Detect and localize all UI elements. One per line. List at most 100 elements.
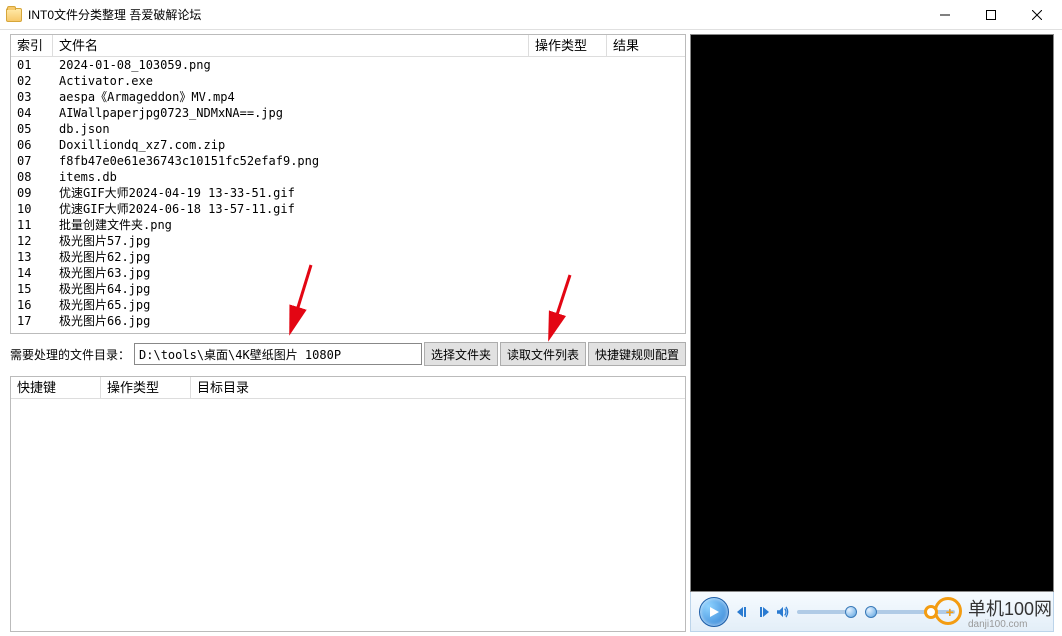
read-filelist-button[interactable]: 读取文件列表 — [500, 342, 586, 366]
cell-res — [625, 201, 685, 217]
file-grid-body[interactable]: 012024-01-08_103059.png02Activator.exe03… — [11, 57, 685, 333]
choose-folder-button[interactable]: 选择文件夹 — [424, 342, 498, 366]
table-row[interactable]: 09优速GIF大师2024-04-19 13-33-51.gif — [11, 185, 685, 201]
table-row[interactable]: 04AIWallpaperjpg0723_NDMxNA==.jpg — [11, 105, 685, 121]
cell-op — [547, 185, 625, 201]
col-op2[interactable]: 操作类型 — [101, 377, 191, 398]
cell-op — [547, 313, 625, 329]
table-row[interactable]: 14极光图片63.jpg — [11, 265, 685, 281]
table-row[interactable]: 10优速GIF大师2024-06-18 13-57-11.gif — [11, 201, 685, 217]
cell-filename: 极光图片63.jpg — [53, 265, 547, 281]
table-row[interactable]: 11批量创建文件夹.png — [11, 217, 685, 233]
col-result[interactable]: 结果 — [607, 35, 685, 56]
volume-icon[interactable] — [777, 606, 789, 618]
cell-index: 02 — [11, 73, 53, 89]
media-controls — [690, 592, 1054, 632]
cell-op — [547, 169, 625, 185]
hotkey-grid-body[interactable] — [11, 399, 685, 631]
volume-slider[interactable] — [797, 610, 857, 614]
cell-filename: 批量创建文件夹.png — [53, 217, 547, 233]
file-grid-header: 索引 文件名 操作类型 结果 — [11, 35, 685, 57]
cell-op — [547, 121, 625, 137]
cell-op — [547, 265, 625, 281]
close-button[interactable] — [1014, 0, 1060, 30]
cell-filename: 极光图片57.jpg — [53, 233, 547, 249]
cell-index: 08 — [11, 169, 53, 185]
col-filename[interactable]: 文件名 — [53, 35, 529, 56]
folder-icon — [6, 8, 22, 22]
cell-filename: db.json — [53, 121, 547, 137]
path-row: 需要处理的文件目录： 选择文件夹 读取文件列表 快捷键规则配置 — [10, 342, 686, 366]
play-button[interactable] — [699, 597, 729, 627]
col-hotkey[interactable]: 快捷键 — [11, 377, 101, 398]
table-row[interactable]: 13极光图片62.jpg — [11, 249, 685, 265]
cell-res — [625, 217, 685, 233]
cell-filename: 极光图片65.jpg — [53, 297, 547, 313]
hotkey-config-button[interactable]: 快捷键规则配置 — [588, 342, 686, 366]
seek-slider[interactable] — [865, 610, 955, 614]
video-preview[interactable] — [690, 34, 1054, 592]
cell-index: 15 — [11, 281, 53, 297]
titlebar: INT0文件分类整理 吾爱破解论坛 — [0, 0, 1062, 30]
table-row[interactable]: 012024-01-08_103059.png — [11, 57, 685, 73]
cell-op — [547, 153, 625, 169]
cell-op — [547, 57, 625, 73]
table-row[interactable]: 05db.json — [11, 121, 685, 137]
cell-op — [547, 201, 625, 217]
cell-index: 17 — [11, 313, 53, 329]
cell-filename: 优速GIF大师2024-06-18 13-57-11.gif — [53, 201, 547, 217]
cell-res — [625, 297, 685, 313]
col-operation[interactable]: 操作类型 — [529, 35, 607, 56]
cell-filename: 极光图片64.jpg — [53, 281, 547, 297]
cell-index: 11 — [11, 217, 53, 233]
maximize-button[interactable] — [968, 0, 1014, 30]
table-row[interactable]: 02Activator.exe — [11, 73, 685, 89]
cell-res — [625, 265, 685, 281]
cell-res — [625, 233, 685, 249]
table-row[interactable]: 06Doxilliondq_xz7.com.zip — [11, 137, 685, 153]
cell-res — [625, 121, 685, 137]
hotkey-grid-header: 快捷键 操作类型 目标目录 — [11, 377, 685, 399]
cell-index: 12 — [11, 233, 53, 249]
cell-res — [625, 249, 685, 265]
table-row[interactable]: 03aespa《Armageddon》MV.mp4 — [11, 89, 685, 105]
cell-filename: 极光图片66.jpg — [53, 313, 547, 329]
cell-res — [625, 281, 685, 297]
cell-op — [547, 249, 625, 265]
cell-index: 16 — [11, 297, 53, 313]
next-button[interactable] — [757, 606, 769, 618]
col-index[interactable]: 索引 — [11, 35, 53, 56]
cell-filename: aespa《Armageddon》MV.mp4 — [53, 89, 547, 105]
cell-res — [625, 153, 685, 169]
cell-index: 06 — [11, 137, 53, 153]
table-row[interactable]: 16极光图片65.jpg — [11, 297, 685, 313]
minimize-button[interactable] — [922, 0, 968, 30]
table-row[interactable]: 17极光图片66.jpg — [11, 313, 685, 329]
table-row[interactable]: 08items.db — [11, 169, 685, 185]
cell-index: 05 — [11, 121, 53, 137]
cell-res — [625, 57, 685, 73]
cell-index: 13 — [11, 249, 53, 265]
table-row[interactable]: 12极光图片57.jpg — [11, 233, 685, 249]
cell-index: 09 — [11, 185, 53, 201]
col-target[interactable]: 目标目录 — [191, 377, 685, 398]
table-row[interactable]: 15极光图片64.jpg — [11, 281, 685, 297]
cell-op — [547, 217, 625, 233]
cell-op — [547, 89, 625, 105]
table-row[interactable]: 07f8fb47e0e61e36743c10151fc52efaf9.png — [11, 153, 685, 169]
cell-index: 07 — [11, 153, 53, 169]
cell-op — [547, 137, 625, 153]
cell-index: 03 — [11, 89, 53, 105]
cell-filename: Doxilliondq_xz7.com.zip — [53, 137, 547, 153]
cell-op — [547, 281, 625, 297]
path-label: 需要处理的文件目录： — [10, 346, 130, 363]
left-pane: 索引 文件名 操作类型 结果 012024-01-08_103059.png02… — [0, 30, 690, 636]
cell-res — [625, 73, 685, 89]
path-input[interactable] — [134, 343, 422, 365]
hotkey-grid: 快捷键 操作类型 目标目录 — [10, 376, 686, 632]
cell-op — [547, 105, 625, 121]
cell-index: 01 — [11, 57, 53, 73]
cell-res — [625, 137, 685, 153]
cell-filename: items.db — [53, 169, 547, 185]
prev-button[interactable] — [737, 606, 749, 618]
